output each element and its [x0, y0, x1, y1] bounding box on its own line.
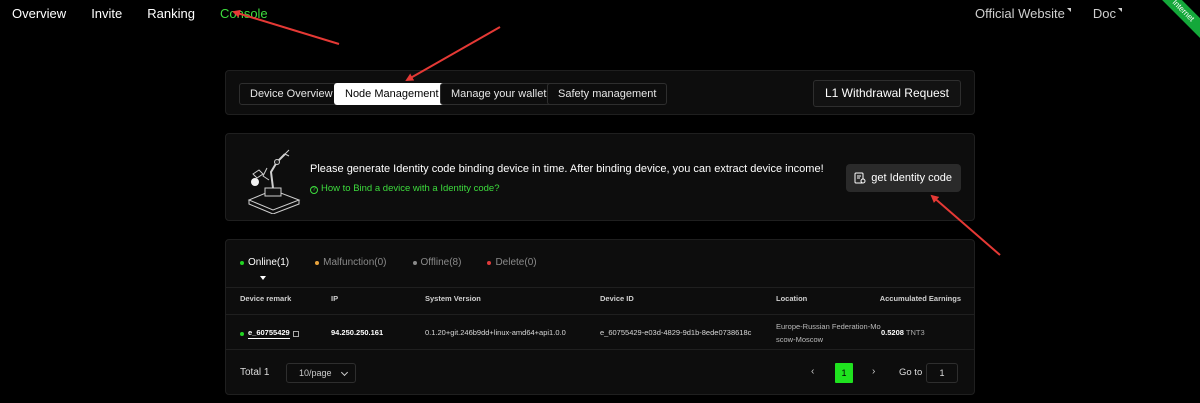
status-tab-malfunction[interactable]: Malfunction(0): [315, 257, 387, 268]
device-location-line1: Europe-Russian Federation-Mo: [776, 322, 881, 331]
nav-doc[interactable]: Doc: [1093, 6, 1122, 21]
question-circle-icon: ?: [310, 186, 318, 194]
primary-nav: Overview Invite Ranking Console: [12, 6, 293, 21]
get-identity-code-label: get Identity code: [871, 172, 952, 184]
top-navigation: Overview Invite Ranking Console Official…: [0, 0, 1200, 55]
col-accumulated-earnings: Accumulated Earnings: [879, 294, 961, 303]
network-ribbon: Internet: [1139, 0, 1200, 55]
device-table-panel: Online(1) Malfunction(0) Offline(8) Dele…: [225, 239, 975, 395]
active-caret-icon: [260, 276, 266, 280]
chevron-down-icon: [340, 368, 349, 377]
device-location-line2: scow-Moscow: [776, 335, 824, 344]
nav-ranking[interactable]: Ranking: [147, 6, 195, 21]
identity-info-panel: Please generate Identity code binding de…: [225, 133, 975, 221]
console-tabs-panel: Device Overview Node Management Manage y…: [225, 70, 975, 115]
device-location: Europe-Russian Federation-Mo scow-Moscow: [776, 320, 881, 346]
device-version: 0.1.20+git.246b9dd+linux-amd64+api1.0.0: [425, 328, 566, 337]
page-size-select[interactable]: 10/page: [286, 363, 356, 383]
id-card-icon: [854, 172, 866, 184]
nav-official-website-label: Official Website: [975, 6, 1065, 21]
table-divider: [226, 287, 974, 288]
table-row[interactable]: e_60755429 94.250.250.161 0.1.20+git.246…: [226, 314, 974, 350]
status-tab-malfunction-label: Malfunction(0): [323, 257, 387, 268]
identity-message: Please generate Identity code binding de…: [310, 163, 824, 175]
online-dot-icon: [240, 331, 244, 336]
status-tab-delete-label: Delete(0): [495, 257, 537, 268]
next-page-button[interactable]: ›: [872, 366, 875, 377]
page-size-value: 10/page: [299, 368, 332, 378]
device-earnings: 0.5208 TNT3: [881, 328, 925, 337]
get-identity-code-button[interactable]: get Identity code: [846, 164, 961, 192]
nav-overview[interactable]: Overview: [12, 6, 66, 21]
status-tab-online[interactable]: Online(1): [240, 257, 290, 280]
pagination: Total 1 10/page ‹ 1 › Go to: [226, 362, 974, 384]
edit-icon[interactable]: [292, 330, 299, 337]
tab-device-overview[interactable]: Device Overview: [239, 83, 344, 105]
device-remark-text[interactable]: e_60755429: [248, 328, 290, 339]
col-location: Location: [776, 294, 808, 303]
goto-page-input[interactable]: [926, 363, 958, 383]
delete-dot-icon: [487, 260, 492, 265]
device-id: e_60755429-e03d-4829-9d1b-8ede0738618c: [600, 328, 752, 337]
bind-help-link[interactable]: ? How to Bind a device with a Identity co…: [310, 183, 500, 194]
nav-invite[interactable]: Invite: [91, 6, 122, 21]
nav-official-website[interactable]: Official Website: [975, 6, 1071, 21]
earnings-unit: TNT3: [905, 328, 925, 337]
secondary-nav: Official Website Doc: [953, 6, 1122, 21]
nav-doc-label: Doc: [1092, 6, 1116, 21]
earnings-value: 0.5208: [881, 328, 904, 337]
device-remark-cell[interactable]: e_60755429: [240, 328, 299, 339]
total-count: Total 1: [240, 367, 270, 378]
col-ip: IP: [331, 294, 339, 303]
status-tab-offline-label: Offline(8): [420, 257, 462, 268]
goto-label: Go to: [899, 367, 923, 378]
tab-node-management[interactable]: Node Management: [334, 83, 450, 105]
prev-page-button[interactable]: ‹: [811, 366, 814, 377]
col-device-remark: Device remark: [240, 294, 292, 303]
col-system-version: System Version: [425, 294, 481, 303]
tab-safety-management[interactable]: Safety management: [547, 83, 668, 105]
device-status-tabs: Online(1) Malfunction(0) Offline(8) Dele…: [240, 257, 563, 280]
l1-withdrawal-button[interactable]: L1 Withdrawal Request: [812, 80, 961, 107]
online-dot-icon: [240, 260, 244, 265]
status-tab-online-label: Online(1): [248, 257, 290, 268]
device-ip: 94.250.250.161: [331, 328, 384, 337]
nav-console[interactable]: Console: [220, 6, 268, 21]
status-tab-offline[interactable]: Offline(8): [412, 257, 462, 268]
robot-arm-illustration-icon: [247, 149, 301, 214]
external-link-icon: [1118, 8, 1122, 12]
col-device-id: Device ID: [600, 294, 634, 303]
page-number-current[interactable]: 1: [835, 363, 853, 383]
table-header: Device remark IP System Version Device I…: [226, 294, 974, 309]
offline-dot-icon: [412, 260, 417, 265]
status-tab-delete[interactable]: Delete(0): [487, 257, 537, 268]
malfunction-dot-icon: [315, 260, 320, 265]
bind-help-link-label: How to Bind a device with a Identity cod…: [321, 183, 500, 194]
external-link-icon: [1066, 8, 1071, 12]
tab-manage-wallet[interactable]: Manage your wallet: [440, 83, 558, 105]
